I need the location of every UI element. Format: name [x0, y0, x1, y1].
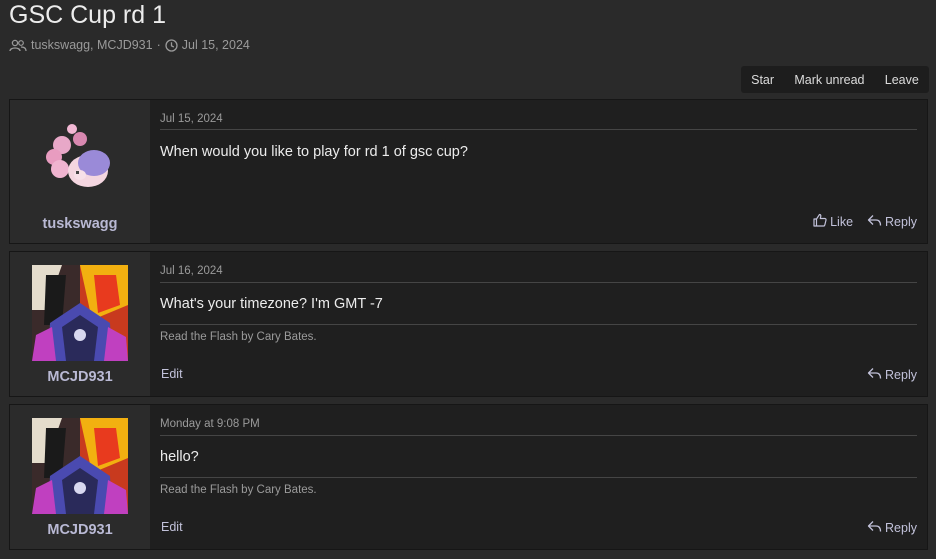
- users-icon: [9, 39, 27, 52]
- username[interactable]: tuskswagg: [10, 216, 150, 232]
- like-button[interactable]: Like: [813, 213, 853, 230]
- clock-icon: [165, 38, 178, 52]
- reply-arrow-icon: [867, 520, 882, 536]
- edit-button[interactable]: Edit: [161, 367, 183, 381]
- thread-action-bar: Star Mark unread Leave: [741, 66, 929, 93]
- signature: Read the Flash by Cary Bates.: [160, 331, 317, 343]
- avatar[interactable]: [32, 418, 128, 514]
- page-title: GSC Cup rd 1: [9, 1, 167, 29]
- message: MCJD931 Monday at 9:08 PM hello? Read th…: [9, 404, 928, 550]
- reply-button[interactable]: Reply: [867, 214, 917, 230]
- edit-button[interactable]: Edit: [161, 520, 183, 534]
- reply-button[interactable]: Reply: [867, 520, 917, 536]
- like-label: Like: [830, 214, 854, 229]
- message: MCJD931 Jul 16, 2024 What's your timezon…: [9, 251, 928, 397]
- message-date[interactable]: Jul 15, 2024: [160, 113, 223, 125]
- message-body: What's your timezone? I'm GMT -7: [160, 296, 383, 312]
- username[interactable]: MCJD931: [10, 369, 150, 385]
- message: tuskswagg Jul 15, 2024 When would you li…: [9, 99, 928, 244]
- divider: [160, 435, 917, 436]
- thumbs-up-icon: [813, 213, 827, 230]
- avatar[interactable]: [32, 113, 128, 209]
- signature-divider: [160, 477, 917, 478]
- message-user-panel: tuskswagg: [10, 100, 150, 243]
- message-body: hello?: [160, 449, 199, 465]
- message-user-panel: MCJD931: [10, 252, 150, 396]
- reply-arrow-icon: [867, 214, 882, 230]
- divider: [160, 129, 917, 130]
- divider: [160, 282, 917, 283]
- message-date[interactable]: Jul 16, 2024: [160, 265, 223, 277]
- reply-arrow-icon: [867, 367, 882, 383]
- mark-unread-button[interactable]: Mark unread: [794, 73, 864, 87]
- message-actions: Reply: [867, 367, 917, 383]
- leave-button[interactable]: Leave: [885, 73, 919, 87]
- thread-date[interactable]: Jul 15, 2024: [182, 38, 250, 52]
- message-actions: Like Reply: [813, 213, 917, 230]
- thread-meta: tuskswagg, MCJD931 · Jul 15, 2024: [9, 38, 250, 52]
- meta-separator: ·: [156, 38, 161, 52]
- star-button[interactable]: Star: [751, 73, 774, 87]
- message-actions: Reply: [867, 520, 917, 536]
- avatar[interactable]: [32, 265, 128, 361]
- message-date[interactable]: Monday at 9:08 PM: [160, 418, 260, 430]
- reply-label: Reply: [885, 521, 917, 535]
- signature: Read the Flash by Cary Bates.: [160, 484, 317, 496]
- participants-list[interactable]: tuskswagg, MCJD931: [31, 38, 153, 52]
- reply-label: Reply: [885, 368, 917, 382]
- reply-label: Reply: [885, 214, 917, 229]
- message-user-panel: MCJD931: [10, 405, 150, 549]
- signature-divider: [160, 324, 917, 325]
- username[interactable]: MCJD931: [10, 522, 150, 538]
- reply-button[interactable]: Reply: [867, 367, 917, 383]
- message-body: When would you like to play for rd 1 of …: [160, 144, 468, 160]
